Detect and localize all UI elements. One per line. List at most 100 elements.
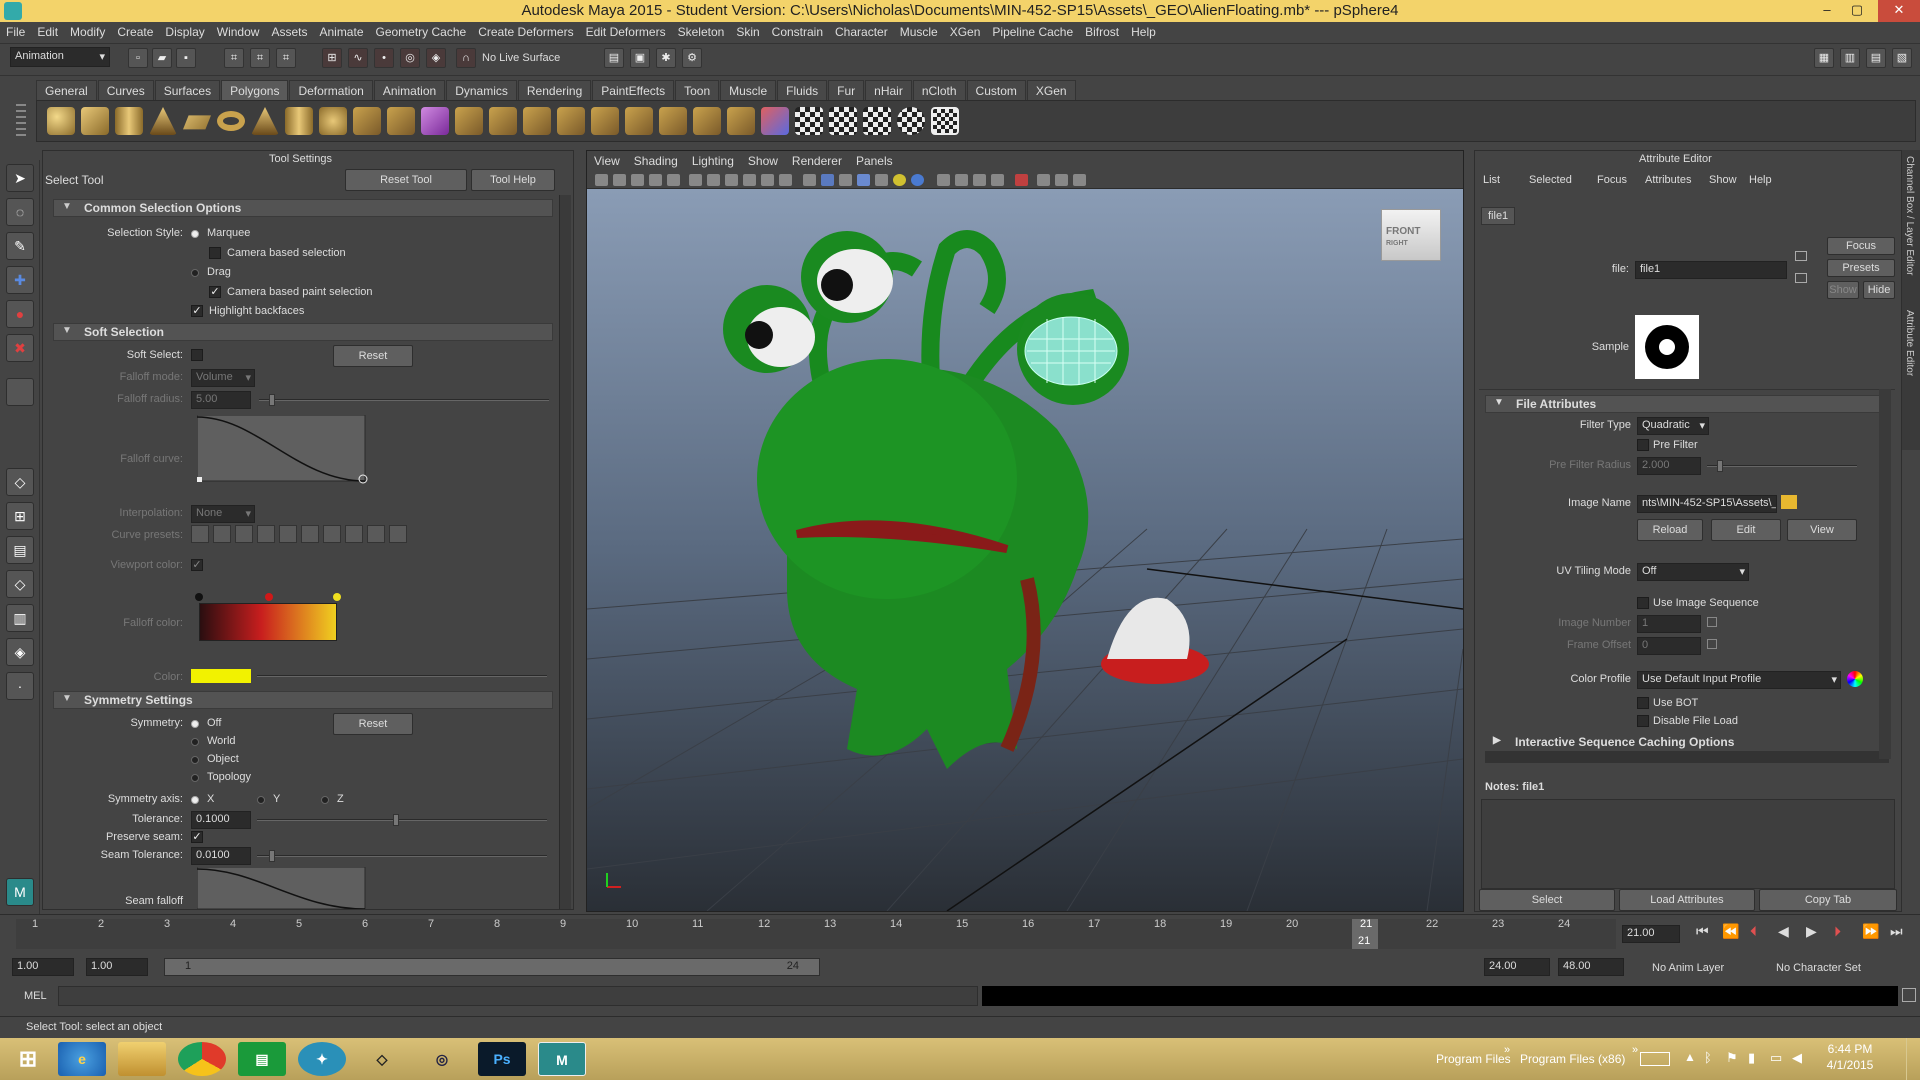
- camera-select-icon[interactable]: [595, 174, 608, 186]
- snap-curve-icon[interactable]: ∿: [348, 48, 368, 68]
- layout-menu-icon[interactable]: ·: [6, 672, 34, 700]
- go-to-end-button[interactable]: ⏭: [1890, 923, 1903, 940]
- shelf-tab-custom[interactable]: Custom: [966, 80, 1026, 101]
- viewport-color-checkbox[interactable]: ✓: [191, 559, 203, 571]
- program-files-toolbar[interactable]: Program Files: [1436, 1052, 1511, 1066]
- photoshop-icon[interactable]: Ps: [478, 1042, 526, 1076]
- interactive-caching-header[interactable]: Interactive Sequence Caching Options ▶: [1485, 735, 1881, 749]
- falloff-radius-slider[interactable]: [259, 399, 549, 401]
- ae-tab-file1[interactable]: file1: [1481, 207, 1515, 225]
- resolution-gate-icon[interactable]: [707, 174, 720, 186]
- poly-bridge-icon[interactable]: [727, 107, 755, 135]
- uv-checker-icon-2[interactable]: [829, 107, 857, 135]
- select-tool-icon[interactable]: ➤: [6, 164, 34, 192]
- common-selection-header[interactable]: Common Selection Options: [53, 199, 553, 217]
- wireframe-icon[interactable]: [803, 174, 816, 186]
- color-profile-dropdown[interactable]: Use Default Input Profile ▾: [1637, 671, 1841, 689]
- menu-muscle[interactable]: Muscle: [894, 22, 944, 39]
- preserve-seam-checkbox[interactable]: ✓: [191, 831, 203, 843]
- step-back-key-button[interactable]: ⏪: [1722, 923, 1739, 940]
- seam-tolerance-slider[interactable]: [257, 855, 547, 857]
- gate-mask-icon[interactable]: [725, 174, 738, 186]
- layout-outliner-icon[interactable]: ▤: [6, 536, 34, 564]
- curve-preset-icon[interactable]: [367, 525, 385, 543]
- menu-pipeline-cache[interactable]: Pipeline Cache: [986, 22, 1079, 39]
- textured-icon[interactable]: [857, 174, 870, 186]
- scale-tool-icon[interactable]: ✖: [6, 334, 34, 362]
- shelf-tab-toon[interactable]: Toon: [675, 80, 720, 101]
- vp-menu-lighting[interactable]: Lighting: [685, 151, 741, 168]
- playback-end-field[interactable]: 24.00: [1484, 958, 1550, 976]
- chrome-icon[interactable]: [178, 1042, 226, 1076]
- open-scene-icon[interactable]: ▰: [152, 48, 172, 68]
- layout-hypershade-icon[interactable]: ▥: [6, 604, 34, 632]
- marquee-radio[interactable]: [191, 230, 199, 238]
- curve-preset-icon[interactable]: [279, 525, 297, 543]
- xray-icon[interactable]: [955, 174, 968, 186]
- poly-split-icon[interactable]: [659, 107, 687, 135]
- soft-selection-header[interactable]: Soft Selection: [53, 323, 553, 341]
- output-connection-icon[interactable]: [1795, 273, 1807, 283]
- screen-space-ao-icon[interactable]: [1037, 174, 1050, 186]
- color-slider[interactable]: [257, 675, 547, 677]
- toolbar-chevron-2[interactable]: »: [1632, 1044, 1638, 1056]
- motion-blur-icon[interactable]: [1055, 174, 1068, 186]
- poly-pyramid-icon[interactable]: [251, 107, 279, 135]
- menu-set-dropdown[interactable]: Animation ▾: [10, 47, 110, 67]
- shelf-tab-xgen[interactable]: XGen: [1026, 80, 1076, 101]
- uv-checker-icon-1[interactable]: [795, 107, 823, 135]
- seam-tolerance-knob[interactable]: [269, 850, 275, 862]
- layout-uv-icon[interactable]: ◈: [6, 638, 34, 666]
- save-scene-icon[interactable]: ▪: [176, 48, 196, 68]
- ae-menu-show[interactable]: Show: [1709, 174, 1737, 186]
- step-back-frame-button[interactable]: ⏴: [1750, 923, 1757, 940]
- layout-icon-1[interactable]: ▦: [1814, 48, 1834, 68]
- color-swatch[interactable]: [191, 669, 251, 683]
- curve-preset-icon[interactable]: [345, 525, 363, 543]
- camera-attributes-icon[interactable]: [613, 174, 626, 186]
- ae-menu-focus[interactable]: Focus: [1597, 174, 1627, 186]
- shadows-icon[interactable]: [893, 174, 906, 186]
- uv-tiling-dropdown[interactable]: Off ▾: [1637, 563, 1749, 581]
- menu-edit[interactable]: Edit: [31, 22, 64, 39]
- go-to-start-button[interactable]: ⏮: [1696, 923, 1709, 940]
- shelf-tab-polygons[interactable]: Polygons: [221, 80, 289, 101]
- render-settings-icon[interactable]: ⚙: [682, 48, 702, 68]
- hud-icon[interactable]: [1015, 174, 1028, 186]
- close-button[interactable]: ✕: [1878, 0, 1920, 22]
- browse-folder-icon[interactable]: [1781, 495, 1797, 509]
- symmetry-off-radio[interactable]: [191, 720, 199, 728]
- safe-action-icon[interactable]: [761, 174, 774, 186]
- select-button[interactable]: Select: [1479, 889, 1615, 911]
- shelf-tab-muscle[interactable]: Muscle: [720, 80, 777, 101]
- layout-icon-2[interactable]: ▥: [1840, 48, 1860, 68]
- ramp-handle-yellow[interactable]: [333, 593, 341, 601]
- move-tool-icon[interactable]: ✚: [6, 266, 34, 294]
- shelf-tab-deformation[interactable]: Deformation: [289, 80, 373, 101]
- uv-checker-icon-5[interactable]: [931, 107, 959, 135]
- view-button[interactable]: View: [1787, 519, 1857, 541]
- soft-reset-button[interactable]: Reset: [333, 345, 413, 367]
- camera-based-selection-checkbox[interactable]: [209, 247, 221, 259]
- poly-combine-icon[interactable]: [421, 107, 449, 135]
- shelf-tab-rendering[interactable]: Rendering: [517, 80, 592, 101]
- clock-date[interactable]: 4/1/2015: [1820, 1058, 1880, 1072]
- menu-help[interactable]: Help: [1125, 22, 1162, 39]
- highlight-backfaces-checkbox[interactable]: ✓: [191, 305, 203, 317]
- play-backwards-button[interactable]: ◀: [1778, 923, 1789, 940]
- shelf-tab-general[interactable]: General: [36, 80, 97, 101]
- use-image-sequence-checkbox[interactable]: [1637, 597, 1649, 609]
- menu-character[interactable]: Character: [829, 22, 894, 39]
- bookmark-icon[interactable]: [631, 174, 644, 186]
- layout-icon-3[interactable]: ▤: [1866, 48, 1886, 68]
- pre-filter-radius-knob[interactable]: [1717, 460, 1723, 472]
- menu-animate[interactable]: Animate: [313, 22, 369, 39]
- volume-icon[interactable]: ◀: [1792, 1050, 1802, 1066]
- uv-checker-icon-4[interactable]: [897, 107, 925, 135]
- tray-arrow-icon[interactable]: ▲: [1684, 1050, 1696, 1064]
- minimize-button[interactable]: –: [1812, 0, 1842, 22]
- poly-booleans-icon[interactable]: [523, 107, 551, 135]
- tolerance-slider[interactable]: [257, 819, 547, 821]
- poly-bevel-icon[interactable]: [761, 107, 789, 135]
- poly-extract-icon[interactable]: [489, 107, 517, 135]
